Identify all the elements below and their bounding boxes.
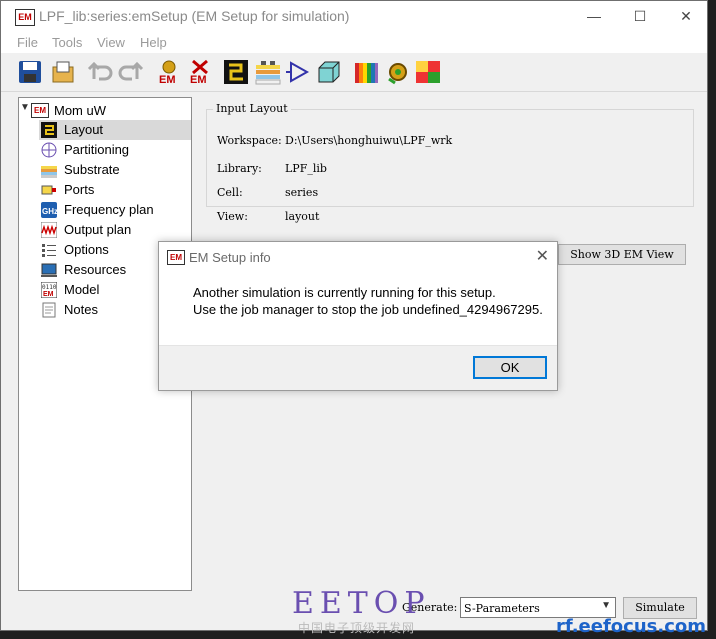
ok-button[interactable]: OK [473, 356, 547, 379]
workspace-value: D:\Users\honghuiwu\LPF_wrk [285, 134, 453, 147]
tree-item-output-plan[interactable]: Output plan [39, 220, 191, 240]
eetop-cn-watermark: 中国电子顶级开发网 [298, 621, 416, 635]
show-3d-em-view-button[interactable]: Show 3D EM View [558, 244, 686, 265]
eetop-watermark: EETOP [292, 586, 431, 621]
svg-text:GHz: GHz [42, 207, 57, 216]
rf-eefocus-watermark: rf.eefocus.com [556, 616, 707, 637]
generate-select[interactable]: S-Parameters ▼ [460, 597, 616, 618]
output-plan-icon [41, 222, 57, 238]
view-value: layout [285, 210, 320, 223]
tree-item-substrate[interactable]: Substrate [39, 160, 191, 180]
chevron-down-icon: ▼ [601, 600, 611, 611]
tree-item-partitioning[interactable]: Partitioning [39, 140, 191, 160]
title-bar: EM LPF_lib:series:emSetup (EM Setup for … [1, 1, 707, 31]
tree-root-label: Mom uW [54, 103, 106, 118]
svg-text:EM: EM [159, 74, 176, 85]
svg-text:0110: 0110 [42, 284, 57, 291]
substrate-icon[interactable] [255, 59, 281, 85]
menu-help[interactable]: Help [140, 35, 167, 50]
dialog-message-line2: Use the job manager to stop the job unde… [193, 302, 543, 317]
em-root-icon: EM [31, 103, 49, 118]
em-simulate-icon[interactable]: EM [156, 59, 182, 86]
gear-icon[interactable] [385, 59, 411, 85]
resources-icon [41, 263, 57, 277]
em-setup-info-dialog: EM EM Setup info ✕ Another simulation is… [158, 241, 558, 391]
workspace-label: Workspace: [217, 134, 282, 147]
model-icon: 0110EM [41, 282, 57, 298]
cell-label: Cell: [217, 186, 243, 199]
ghz-icon: GHz [41, 202, 57, 218]
close-button[interactable]: ✕ [663, 1, 709, 31]
chevron-down-icon[interactable]: ▼ [20, 102, 30, 113]
cell-value: series [285, 186, 319, 199]
heatmap-icon[interactable] [415, 59, 441, 85]
toolbar: EM EM [1, 53, 707, 92]
tree-item-label: Model [64, 282, 100, 297]
menu-view[interactable]: View [97, 35, 125, 50]
tree-item-frequency-plan[interactable]: GHz Frequency plan [39, 200, 191, 220]
redo-icon[interactable] [118, 59, 144, 85]
generate-value: S-Parameters [464, 602, 540, 615]
menu-tools[interactable]: Tools [52, 35, 82, 50]
em-app-icon: EM [15, 9, 35, 26]
svg-text:EM: EM [43, 291, 54, 298]
ports-icon [41, 185, 56, 195]
partitioning-icon [41, 142, 57, 158]
window-title: LPF_lib:series:emSetup (EM Setup for sim… [39, 8, 350, 24]
tree-item-layout[interactable]: Layout [39, 120, 191, 140]
schematic-icon[interactable] [285, 59, 311, 85]
tree-item-label: Substrate [64, 162, 120, 177]
library-label: Library: [217, 162, 262, 175]
layout-icon[interactable] [223, 59, 249, 85]
save-icon[interactable] [17, 59, 43, 85]
substrate-icon [41, 166, 57, 178]
tree-item-label: Resources [64, 262, 127, 277]
open-icon[interactable] [49, 59, 75, 85]
layout-icon [41, 122, 57, 138]
options-icon [42, 244, 56, 257]
tree-item-ports[interactable]: Ports [39, 180, 191, 200]
svg-text:EM: EM [190, 74, 207, 85]
menu-file[interactable]: File [17, 35, 38, 50]
minimize-button[interactable]: — [571, 1, 617, 31]
library-value: LPF_lib [285, 162, 327, 175]
dialog-message-line1: Another simulation is currently running … [193, 285, 496, 300]
tree-item-label: Layout [64, 122, 104, 137]
menu-bar: File Tools View Help [1, 31, 707, 53]
tree-root[interactable]: ▼ EM Mom uW [19, 100, 191, 120]
spectrum-icon[interactable] [353, 59, 379, 85]
view-label: View: [217, 210, 248, 223]
dialog-close-icon[interactable]: ✕ [536, 246, 549, 266]
dialog-title: EM Setup info [189, 250, 271, 265]
tree-item-label: Partitioning [64, 142, 130, 157]
em-stop-icon[interactable]: EM [187, 59, 213, 86]
maximize-button[interactable]: ☐ [617, 1, 663, 31]
notes-icon [42, 302, 56, 318]
tree-item-label: Ports [64, 182, 95, 197]
tree-item-label: Options [64, 242, 109, 257]
undo-icon[interactable] [87, 59, 113, 85]
tree-item-label: Notes [64, 302, 98, 317]
tree-item-label: Output plan [64, 222, 132, 237]
group-title: Input Layout [213, 102, 291, 115]
tree-item-label: Frequency plan [64, 202, 154, 217]
em-dialog-icon: EM [167, 250, 185, 265]
input-layout-group: Input Layout Workspace: D:\Users\honghui… [206, 102, 694, 223]
3d-box-icon[interactable] [315, 59, 341, 85]
dialog-footer: OK [159, 345, 557, 390]
